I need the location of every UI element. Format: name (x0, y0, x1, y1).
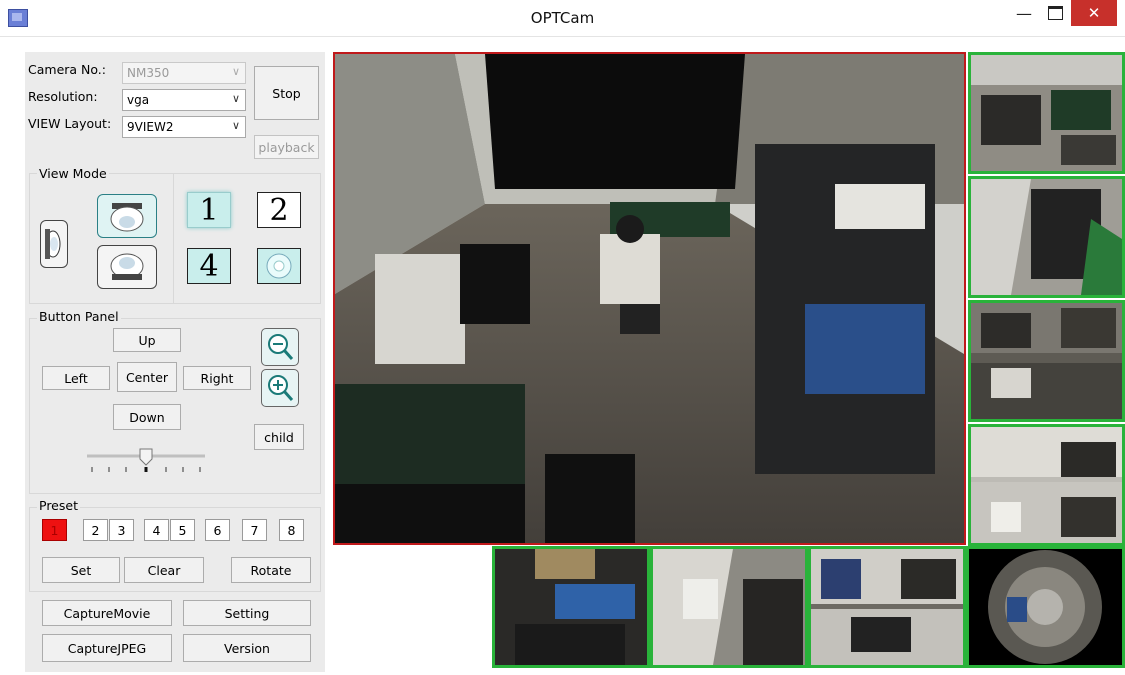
window-title: OPTCam (530, 9, 595, 27)
slider-thumb (139, 448, 153, 466)
playback-button[interactable]: playback (254, 135, 319, 159)
control-panel: Camera No.: NM350 ∨ Resolution: vga ∨ VIEW… (25, 52, 325, 672)
camera-thumbnail-1[interactable] (968, 52, 1125, 174)
zoom-in-button[interactable] (261, 369, 299, 407)
preset-1-button[interactable]: 1 (42, 519, 67, 541)
main-camera-view[interactable] (333, 52, 966, 545)
right-button[interactable]: Right (183, 366, 251, 390)
maximize-button[interactable] (1042, 0, 1068, 26)
capture-movie-button[interactable]: CaptureMovie (42, 600, 172, 626)
chevron-down-icon: ∨ (231, 119, 240, 132)
version-button[interactable]: Version (183, 634, 311, 662)
layout-value: 9VIEW2 (127, 120, 174, 134)
camera-value: NM350 (127, 66, 170, 80)
zoom-out-button[interactable] (261, 328, 299, 366)
close-button[interactable]: ✕ (1071, 0, 1117, 26)
child-button[interactable]: child (254, 424, 304, 450)
resolution-select[interactable]: vga ∨ (122, 89, 246, 111)
view-mode-title: View Mode (37, 166, 109, 181)
preset-clear-button[interactable]: Clear (124, 557, 204, 583)
maximize-icon (1047, 6, 1063, 20)
chevron-down-icon: ∨ (231, 92, 240, 105)
center-button[interactable]: Center (117, 362, 177, 392)
ceiling-view-icon[interactable] (97, 194, 157, 238)
zoom-in-icon (268, 375, 294, 401)
camera-image (971, 55, 1122, 171)
floor-view-icon[interactable] (97, 245, 157, 289)
camera-select[interactable]: NM350 ∨ (122, 62, 246, 84)
preset-7-button[interactable]: 7 (242, 519, 267, 541)
camera-thumbnail-4[interactable] (968, 424, 1125, 546)
camera-thumbnail-2[interactable] (968, 176, 1125, 298)
camera-thumbnail-7[interactable] (808, 546, 966, 668)
fisheye-view-icon[interactable] (257, 248, 301, 284)
preset-title: Preset (37, 498, 80, 513)
preset-2-button[interactable]: 2 (83, 519, 108, 541)
stop-button[interactable]: Stop (254, 66, 319, 120)
camera-label: Camera No.: (28, 62, 106, 77)
preset-4-button[interactable]: 4 (144, 519, 169, 541)
preset-8-button[interactable]: 8 (279, 519, 304, 541)
camera-image (495, 549, 647, 665)
preset-5-button[interactable]: 5 (170, 519, 195, 541)
minimize-button[interactable]: — (1010, 0, 1038, 26)
layout-label: VIEW Layout: (28, 116, 112, 131)
chevron-down-icon: ∨ (231, 65, 240, 78)
preset-3-button[interactable]: 3 (109, 519, 134, 541)
camera-thumbnail-5[interactable] (492, 546, 650, 668)
camera-image (335, 54, 964, 543)
camera-image (971, 303, 1122, 419)
preset-rotate-button[interactable]: Rotate (231, 557, 311, 583)
camera-thumbnail-6[interactable] (650, 546, 808, 668)
camera-image (969, 549, 1122, 665)
zoom-slider[interactable] (87, 447, 207, 477)
view-tile-2[interactable]: 2 (257, 192, 301, 228)
camera-image (971, 179, 1122, 295)
camera-thumbnail-8[interactable] (966, 546, 1125, 668)
camera-image (971, 427, 1122, 543)
zoom-out-icon (268, 334, 294, 360)
view-tile-1[interactable]: 1 (187, 192, 231, 228)
camera-wall-view-icon[interactable] (40, 220, 68, 268)
left-button[interactable]: Left (42, 366, 110, 390)
button-panel-title: Button Panel (37, 309, 121, 324)
camera-thumbnail-3[interactable] (968, 300, 1125, 422)
capture-jpeg-button[interactable]: CaptureJPEG (42, 634, 172, 662)
down-button[interactable]: Down (113, 404, 181, 430)
slider-track (87, 448, 205, 472)
view-tile-4[interactable]: 4 (187, 248, 231, 284)
preset-set-button[interactable]: Set (42, 557, 120, 583)
resolution-label: Resolution: (28, 89, 98, 104)
setting-button[interactable]: Setting (183, 600, 311, 626)
resolution-value: vga (127, 93, 150, 107)
up-button[interactable]: Up (113, 328, 181, 352)
camera-image (653, 549, 805, 665)
layout-select[interactable]: 9VIEW2 ∨ (122, 116, 246, 138)
title-bar: OPTCam — ✕ (0, 0, 1125, 37)
preset-6-button[interactable]: 6 (205, 519, 230, 541)
camera-image (811, 549, 963, 665)
